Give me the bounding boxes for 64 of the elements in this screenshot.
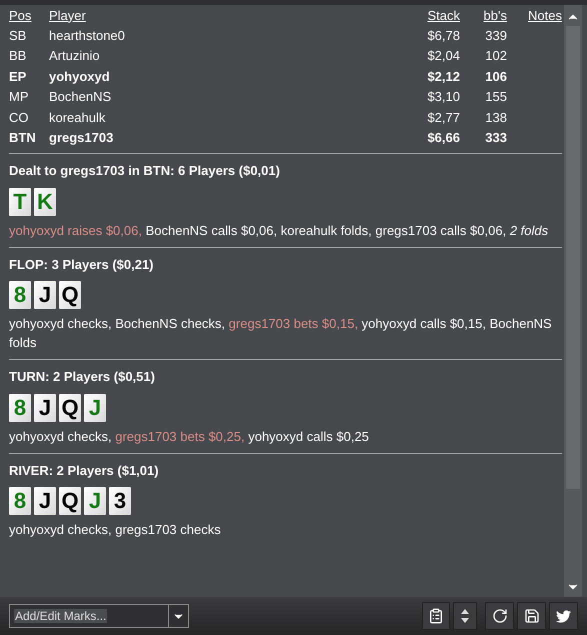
table-cell-text: yohyoxyd [49,68,111,86]
playing-card: 8 [9,487,31,515]
playing-card: Q [59,394,81,422]
marks-dropdown[interactable]: Add/Edit Marks... [9,604,189,628]
table-cell-text: $6,78 [426,26,460,44]
bird-icon [556,608,571,624]
table-cell-text: $3,10 [426,88,460,106]
playing-card: Q [59,487,81,515]
street-title: FLOP: 3 Players ($0,21) [9,256,155,274]
table-cell-text: BTN [9,129,37,147]
scrollbar[interactable] [564,5,582,597]
table-cell-text: 155 [484,88,507,106]
table-cell-text: EP [9,68,28,86]
playing-card: 8 [9,281,31,309]
column-header[interactable]: bb's [460,6,507,25]
table-cell-text: $2,77 [426,108,460,126]
refresh-button[interactable] [485,602,514,630]
playing-card: J [34,281,56,309]
action-text: yohyoxyd checks, gregs1703 bets $0,25, yohyoxyd calls $0,25 [9,428,370,446]
sort-button[interactable] [453,602,477,630]
table-cell-text: gregs1703 [49,129,114,147]
table-cell-text: Artuzinio [49,47,101,65]
table-cell-text: koreahulk [49,108,106,126]
table-cell-text: 102 [484,47,507,65]
column-header[interactable]: Notes [528,6,562,25]
scrollbar-thumb[interactable] [566,26,580,489]
street-title: RIVER: 2 Players ($1,01) [9,462,160,480]
table-cell-text: $6,66 [426,129,460,147]
action-text: yohyoxyd checks, gregs1703 checks [9,521,222,539]
share-button[interactable] [549,602,578,630]
playing-card: T [9,188,31,216]
table-cell-text: BochenNS [49,88,112,106]
table-cell-text: $2,12 [426,68,460,86]
table-cell-text: SB [9,26,28,44]
up-down-icon [461,609,469,623]
table-cell-text: MP [9,88,30,106]
playing-card: K [34,188,56,216]
column-header[interactable]: Pos [9,6,49,25]
table-cell-text: 333 [484,129,507,147]
action-text: yohyoxyd checks, BochenNS checks, gregs1703 bets $0,15, yohyoxyd calls $0,15, BochenNS folds [9,315,553,352]
street-title: TURN: 2 Players ($0,51) [9,368,156,386]
clipboard-icon [428,608,444,624]
table-cell-text: $2,04 [426,47,460,65]
table-cell-text: BB [9,47,28,65]
playing-card: J [34,487,56,515]
table-cell-text: hearthstone0 [49,26,126,44]
playing-card: 8 [9,394,31,422]
playing-card: J [34,394,56,422]
table-cell-text: 106 [484,68,507,86]
notes-button[interactable] [422,602,450,630]
column-header[interactable]: Player [49,6,349,25]
action-text: yohyoxyd raises $0,06, BochenNS calls $0,06, koreahulk folds, gregs1703 calls $0,06, 2 folds [9,222,550,240]
playing-card: J [84,394,106,422]
table-cell-text: 138 [484,108,507,126]
refresh-icon [492,608,508,624]
playing-card: 3 [109,487,131,515]
table-cell-text: 339 [484,26,507,44]
playing-card: J [84,487,106,515]
playing-card: Q [59,281,81,309]
save-icon [524,608,540,624]
save-button[interactable] [517,602,546,630]
table-cell-text: CO [9,108,30,126]
column-header[interactable]: Stack [349,6,460,25]
street-title: Dealt to gregs1703 in BTN: 6 Players ($0,01) [9,162,281,180]
